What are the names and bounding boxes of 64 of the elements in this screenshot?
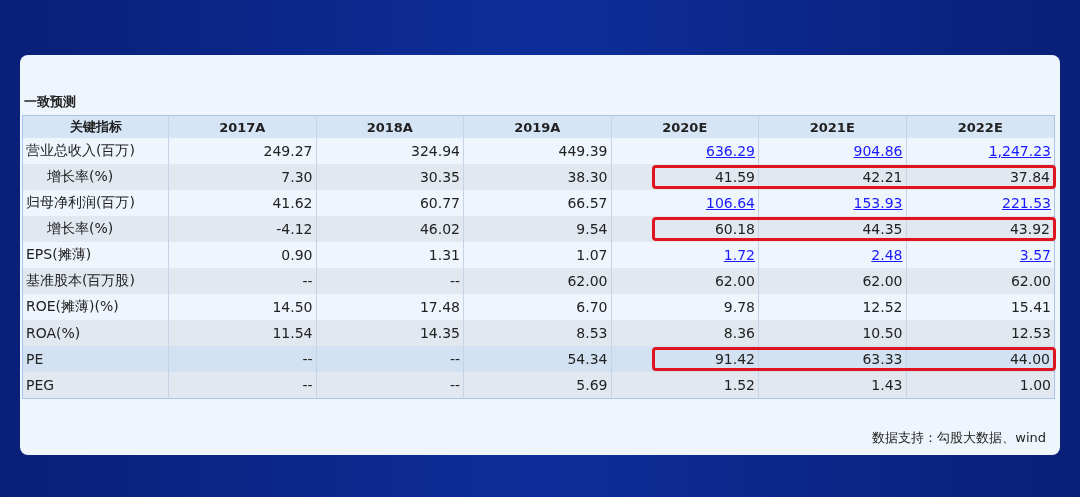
table-cell: 8.53 <box>576 325 608 341</box>
table-cell: -- <box>449 377 460 393</box>
value-link[interactable]: 153.93 <box>853 195 903 211</box>
table-cell: 7.30 <box>281 169 313 185</box>
table-cell: 12.53 <box>1010 325 1051 341</box>
table-cell: 14.35 <box>419 325 460 341</box>
value-link[interactable]: 2.48 <box>871 247 903 263</box>
table-cell: 6.70 <box>576 299 608 315</box>
table-cell: 15.41 <box>1010 299 1051 315</box>
section-title: 一致预测 <box>23 93 77 111</box>
table-cell: 38.30 <box>567 169 608 185</box>
table-cell: -- <box>302 351 313 367</box>
table-cell: 1.52 <box>723 377 755 393</box>
table-cell: 41.59 <box>714 169 755 185</box>
table-cell: -- <box>302 377 313 393</box>
value-link[interactable]: 1,247.23 <box>988 143 1051 159</box>
table-cell: 324.94 <box>411 143 460 159</box>
table-cell: 37.84 <box>1009 169 1050 185</box>
value-link[interactable]: 3.57 <box>1019 247 1051 263</box>
table-cell: -- <box>449 351 460 367</box>
table-cell: 30.35 <box>419 169 460 185</box>
table-cell: 42.21 <box>862 169 903 185</box>
table-cell: 8.36 <box>723 325 755 341</box>
table-cell: 17.48 <box>419 299 460 315</box>
table-cell: 62.00 <box>1010 273 1051 289</box>
table-cell: 14.50 <box>272 299 313 315</box>
table-cell: 62.00 <box>862 273 903 289</box>
source-note: 数据支持：勾股大数据、wind <box>872 429 1046 447</box>
table-cell: 5.69 <box>576 377 608 393</box>
table-cell: 62.00 <box>567 273 608 289</box>
table-cell: 60.18 <box>714 221 755 237</box>
table-cell: 60.77 <box>419 195 460 211</box>
table-cell: 0.90 <box>281 247 313 263</box>
table-cell: 63.33 <box>862 351 903 367</box>
table-cell: 1.00 <box>1019 377 1051 393</box>
table-cell: 46.02 <box>419 221 460 237</box>
table-cell: 44.00 <box>1009 351 1050 367</box>
table-cell: 9.54 <box>576 221 608 237</box>
value-link[interactable]: 106.64 <box>706 195 755 211</box>
table-cell: 91.42 <box>714 351 755 367</box>
table-cell: 62.00 <box>714 273 755 289</box>
value-link[interactable]: 636.29 <box>706 143 755 159</box>
table-cell: -- <box>302 273 313 289</box>
table-cell: 1.43 <box>871 377 903 393</box>
table-cell: 11.54 <box>272 325 313 341</box>
table-cell: 44.35 <box>862 221 903 237</box>
table-cell: 9.78 <box>723 299 755 315</box>
table-cell: 41.62 <box>272 195 313 211</box>
table-cell: 12.52 <box>862 299 903 315</box>
column-header: 2022E <box>956 118 1004 137</box>
table-cell: 1.31 <box>428 247 460 263</box>
table-cell: 43.92 <box>1009 221 1050 237</box>
value-link[interactable]: 221.53 <box>1002 195 1051 211</box>
table-cell: 1.07 <box>576 247 608 263</box>
row-label: PEG <box>23 372 169 398</box>
table-cell: -- <box>449 273 460 289</box>
table-cell: -4.12 <box>276 221 313 237</box>
table-cell: 10.50 <box>862 325 903 341</box>
value-link[interactable]: 904.86 <box>853 143 903 159</box>
table-cell: 54.34 <box>567 351 608 367</box>
table-cell: 249.27 <box>263 143 313 159</box>
value-link[interactable]: 1.72 <box>723 247 755 263</box>
table-cell: 66.57 <box>567 195 608 211</box>
table-cell: 449.39 <box>558 143 608 159</box>
